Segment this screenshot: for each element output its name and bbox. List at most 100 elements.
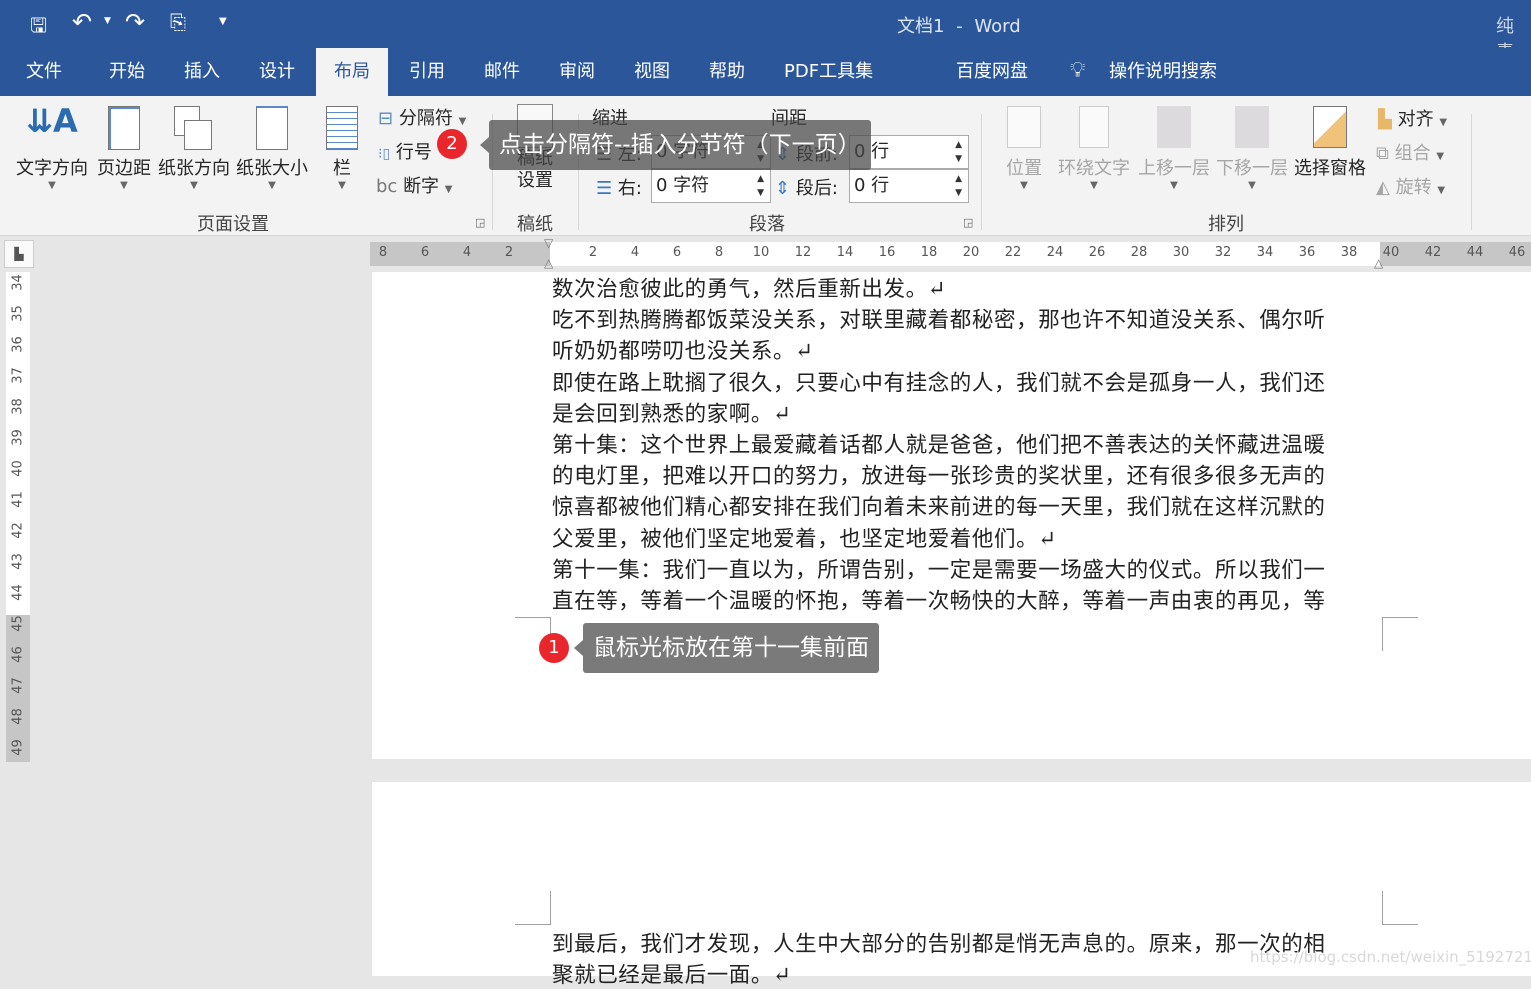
orientation-button[interactable]: 纸张方向 ▼ [154,102,234,202]
ruler-label: 4 [630,245,640,260]
align-button[interactable]: ▙ 对齐 ▼ [1378,105,1447,131]
indent-left-input[interactable]: 0 字符 ▲ ▼ [651,135,771,169]
bring-forward-icon [1157,106,1191,148]
line-numbers-icon: ⁝▯ [378,146,391,162]
right-indent-marker[interactable]: △ [1374,256,1383,270]
group-paragraph-label: 段落 [749,214,785,235]
dropdown-caret-icon: ▼ [48,180,56,191]
group-manuscript-label: 稿纸 [517,214,553,235]
crop-mark [1382,891,1418,925]
hyphenation-button[interactable]: bc 断字 ▼ [376,172,453,198]
text-line[interactable]: 第十一集：我们一直以为，所谓告别，一定是需要一场盛大的仪式。所以我们一 [552,553,1326,584]
tab-layout[interactable]: 布局 [316,48,388,96]
wrap-text-icon [1079,106,1109,148]
position-button: 位置 ▼ [1002,106,1046,191]
tab-review[interactable]: 审阅 [541,48,613,96]
ruler-label: 34 [1256,245,1274,260]
text-line[interactable]: 直在等，等着一个温暖的怀抱，等着一次畅快的大醉，等着一声由衷的再见，等 [552,584,1326,615]
hanging-indent-marker[interactable]: △ [544,256,553,270]
text-line[interactable]: 即使在路上耽搁了很久，只要心中有挂念的人，我们就不会是孤身一人，我们还 [552,366,1326,397]
text-line[interactable]: 父爱里，被他们坚定地爱着，也坚定地爱着他们。↵ [552,522,1057,553]
ruler-label: 24 [1046,245,1064,260]
columns-button[interactable]: 栏 ▼ [320,102,364,202]
space-after-input[interactable]: 0 行 ▲ ▼ [849,169,969,203]
ruler-label: 44 [10,584,26,601]
text-line[interactable]: 数次治愈彼此的勇气，然后重新出发。↵ [552,272,946,303]
tab-pdf-tools[interactable]: PDF工具集 [766,48,891,96]
horizontal-ruler[interactable]: 8 6 4 2 2 4 6 8 10 12 14 16 18 20 22 24 26 28 30 32 34 36 38 40… [370,236,1531,270]
selection-pane-button[interactable]: 选择窗格 [1292,106,1368,180]
tab-help[interactable]: 帮助 [691,48,763,96]
ruler-label: 8 [714,245,724,260]
tab-selector-icon[interactable]: ▙ [4,240,34,268]
undo-icon[interactable]: ↶ [72,8,92,36]
breaks-button[interactable]: ⊟ 分隔符 ▼ [378,104,466,130]
ruler-label: 42 [1424,245,1442,260]
text-line[interactable]: 到最后，我们才发现，人生中大部分的告别都是悄无声息的。原来，那一次的相 [552,927,1326,958]
indent-right-input[interactable]: 0 字符 ▲ ▼ [651,169,771,203]
tab-references[interactable]: 引用 [391,48,463,96]
customize-qat-icon[interactable]: ▼ [219,16,227,27]
first-line-indent-marker[interactable]: ▽ [544,236,553,250]
ruler-label: 40 [1382,245,1400,260]
text-line[interactable]: 的电灯里，把难以开口的努力，放进每一张珍贵的奖状里，还有很多很多无声的 [552,459,1326,490]
position-icon [1007,106,1041,148]
app-name: Word [974,16,1021,37]
lightbulb-icon: 💡︎ [1070,58,1086,83]
ribbon: ⇊A 文字方向 ▼ 页边距 ▼ 纸张方向 ▼ 纸张大小 ▼ 栏 ▼ ⊟ 分隔符 … [0,96,1531,236]
space-before-input[interactable]: 0 行 ▲ ▼ [849,135,969,169]
save-icon[interactable]: 🖫 [30,11,47,45]
indent-right-label: ☰ 右: [596,178,642,199]
margins-icon [108,106,140,150]
margins-button[interactable]: 页边距 ▼ [94,102,154,202]
crop-mark [1382,617,1418,651]
ruler-label: 37 [10,367,26,384]
text-line[interactable]: 惊喜都被他们精心都安排在我们向着未来前进的每一天里，我们就在这样沉默的 [552,490,1326,521]
size-button[interactable]: 纸张大小 ▼ [234,102,310,202]
group-button: ⧉ 组合 ▼ [1376,143,1445,164]
text-line[interactable]: 第十集：这个世界上最爱藏着话都人就是爸爸，他们把不善表达的关怀藏进温暖 [552,428,1326,459]
tab-design[interactable]: 设计 [241,48,313,96]
dialog-launcher-icon[interactable]: ◲ [963,216,973,229]
orientation-icon [174,106,214,150]
redo-icon[interactable]: ↷ [125,8,145,36]
rotate-button: ◭ 旋转 ▼ [1376,177,1446,198]
group-arrange-label: 排列 [1208,214,1244,235]
line-numbers-button[interactable]: ⁝▯ 行号 [378,138,432,164]
text-direction-label: 文字方向 [16,158,88,179]
columns-label: 栏 [333,158,351,179]
ruler-label: 38 [1340,245,1358,260]
text-line[interactable]: 吃不到热腾腾都饭菜没关系，对联里藏着都秘密，那也许不知道没关系、偶尔听 [552,303,1326,334]
title-bar: 🖫 ↶ ▼ ↷ ⎘ ▼ 文档1 - Word 纯素 [0,0,1531,63]
line-numbers-label: 行号 [395,142,432,163]
indent-heading: 缩进 [592,108,628,129]
text-direction-button[interactable]: ⇊A 文字方向 ▼ [10,102,94,202]
manuscript-settings-button[interactable]: 稿纸 设置 [510,104,560,192]
text-line[interactable]: 聚就已经是最后一面。↵ [552,958,792,989]
touch-mode-icon[interactable]: ⎘ [170,10,186,34]
ruler-label: 26 [1088,245,1106,260]
space-before-icon: ⇕ [775,144,791,165]
hyphenation-label: 断字 [403,176,440,197]
tab-file[interactable]: 文件 [8,48,80,96]
ruler-label: 36 [1298,245,1316,260]
hyphenation-icon: bc [376,176,398,197]
dialog-launcher-icon[interactable]: ◲ [475,216,485,229]
ruler-label: 34 [10,274,26,291]
tab-mailings[interactable]: 邮件 [466,48,538,96]
tab-home[interactable]: 开始 [91,48,163,96]
ruler-label: 10 [752,245,770,260]
ruler-label: 8 [378,245,388,260]
tab-baidu-netdisk[interactable]: 百度网盘 [938,48,1046,96]
text-line[interactable]: 听奶奶都唠叨也没关系。↵ [552,334,814,365]
undo-dropdown-icon[interactable]: ▼ [104,16,111,26]
tab-view[interactable]: 视图 [616,48,688,96]
ruler-label: 47 [10,677,26,694]
tab-insert[interactable]: 插入 [166,48,238,96]
indent-left-label: ☰ 左: [596,144,642,165]
tell-me-search[interactable]: 操作说明搜索 [1091,48,1235,96]
vertical-ruler[interactable]: 34 35 36 37 38 39 40 41 42 43 44 45 46 47 48 49 [6,272,30,762]
wrap-text-button: 环绕文字 ▼ [1056,106,1132,191]
text-line[interactable]: 是会回到熟悉的家啊。↵ [552,397,792,428]
watermark: https://blog.csdn.net/weixin_51927215 [1250,948,1531,966]
